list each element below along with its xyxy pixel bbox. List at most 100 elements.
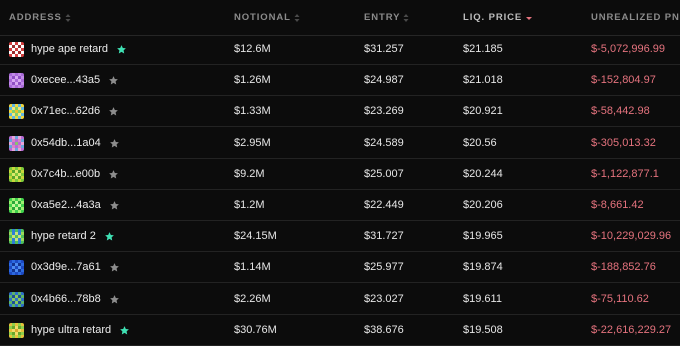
address-label[interactable]: 0x4b66...78b8 [31, 284, 101, 315]
avatar-pixel [21, 85, 24, 89]
column-label: ENTRY [364, 12, 401, 23]
avatar-pixel [21, 116, 24, 120]
avatar [9, 135, 24, 151]
notional-cell: $2.26M [234, 292, 271, 305]
liq-price-cell: $20.206 [463, 199, 503, 211]
liq-price-cell: $20.56 [463, 136, 497, 149]
table-header: ADDRESS NOTIONAL ENTRY LIQ. PRICE UNREAL… [0, 0, 680, 36]
address-label[interactable]: 0x3d9e...7a61 [31, 252, 101, 283]
star-icon[interactable] [108, 106, 119, 117]
notional-cell: $1.33M [234, 105, 271, 118]
unrealized-pnl-cell: $-305,013.32 [591, 136, 656, 149]
avatar [9, 198, 24, 213]
liq-price-cell: $21.185 [463, 43, 503, 55]
address-cell[interactable]: 0x54db...1a04 [9, 128, 120, 159]
star-icon[interactable] [108, 75, 119, 86]
star-icon[interactable] [109, 138, 120, 149]
unrealized-pnl-cell: $-5,072,996.99 [591, 43, 666, 55]
table-row[interactable]: 0x54db...1a04 $2.95M $24.589 $20.56 $-305,01… [0, 128, 680, 159]
star-icon[interactable] [108, 169, 119, 180]
avatar-pixel [21, 303, 24, 307]
entry-cell: $31.257 [364, 43, 404, 55]
table-row[interactable]: 0x7c4b...e00b $9.2M $25.007 $20.244 $-1,122,… [0, 159, 680, 190]
avatar [9, 73, 24, 89]
table-row[interactable]: hype ape retard $12.6M $31.257 $21.185 $-5,0… [0, 34, 680, 65]
address-label[interactable]: hype ape retard [31, 34, 108, 65]
table-row[interactable]: 0xecee...43a5 $1.26M $24.987 $21.018 $-152,8… [0, 65, 680, 97]
column-header-unrealized-pnl[interactable]: UNREALIZED PNL [591, 12, 680, 23]
address-label[interactable]: 0xecee...43a5 [31, 65, 100, 96]
star-icon[interactable] [104, 231, 115, 242]
liq-price-cell: $20.244 [463, 167, 503, 180]
entry-cell: $25.007 [364, 167, 404, 180]
table-row[interactable]: hype retard 2 $24.15M $31.727 $19.965 $-10,2… [0, 221, 680, 253]
avatar-pixel [21, 272, 24, 276]
address-cell[interactable]: 0x3d9e...7a61 [9, 252, 120, 283]
avatar-pixel [21, 147, 24, 151]
unrealized-pnl-cell: $-8,661.42 [591, 199, 644, 211]
star-icon[interactable] [119, 325, 130, 336]
avatar-pixel [21, 54, 24, 57]
address-label[interactable]: 0x71ec...62d6 [31, 96, 100, 127]
entry-cell: $24.589 [364, 136, 404, 149]
unrealized-pnl-cell: $-10,229,029.96 [591, 230, 672, 243]
avatar [9, 291, 24, 307]
avatar-pixel [21, 334, 24, 338]
liq-price-cell: $19.611 [463, 292, 502, 305]
unrealized-pnl-cell: $-152,804.97 [591, 74, 656, 87]
column-label: LIQ. PRICE [463, 12, 523, 23]
address-cell[interactable]: 0x71ec...62d6 [9, 96, 119, 127]
liq-price-cell: $19.874 [463, 261, 503, 274]
address-label[interactable]: 0x54db...1a04 [31, 128, 101, 159]
unrealized-pnl-cell: $-188,852.76 [591, 261, 656, 274]
address-cell[interactable]: hype retard 2 [9, 221, 115, 252]
column-label: UNREALIZED PNL [591, 12, 680, 23]
star-icon[interactable] [116, 44, 127, 55]
address-cell[interactable]: 0xecee...43a5 [9, 65, 119, 96]
avatar [9, 229, 24, 245]
table-row[interactable]: 0x71ec...62d6 $1.33M $23.269 $20.921 $-58,44… [0, 96, 680, 128]
notional-cell: $1.14M [234, 261, 271, 274]
address-cell[interactable]: 0x7c4b...e00b [9, 159, 119, 190]
table-row[interactable]: 0x4b66...78b8 $2.26M $23.027 $19.611 $-75,11… [0, 284, 680, 315]
avatar [9, 260, 24, 276]
entry-cell: $22.449 [364, 199, 404, 211]
unrealized-pnl-cell: $-22,616,229.27 [591, 323, 672, 336]
avatar [9, 104, 24, 120]
unrealized-pnl-cell: $-75,110.62 [591, 292, 649, 305]
sort-desc-icon [525, 13, 533, 23]
avatar-pixel [21, 241, 24, 245]
table-row[interactable]: hype ultra retard $30.76M $38.676 $19.508 $-… [0, 315, 680, 346]
notional-cell: $1.26M [234, 74, 271, 87]
avatar [9, 42, 24, 57]
entry-cell: $25.977 [364, 261, 404, 274]
notional-cell: $30.76M [234, 323, 277, 336]
address-cell[interactable]: hype ape retard [9, 34, 127, 65]
address-label[interactable]: 0x7c4b...e00b [31, 159, 100, 190]
sort-icon [294, 13, 300, 23]
notional-cell: $12.6M [234, 43, 271, 55]
star-icon[interactable] [109, 294, 120, 305]
table-row[interactable]: 0xa5e2...4a3a $1.2M $22.449 $20.206 $-8,661.… [0, 190, 680, 221]
column-label: ADDRESS [9, 12, 62, 23]
address-cell[interactable]: 0xa5e2...4a3a [9, 190, 120, 221]
star-icon[interactable] [109, 200, 120, 211]
unrealized-pnl-cell: $-58,442.98 [591, 105, 650, 118]
table-row[interactable]: 0x3d9e...7a61 $1.14M $25.977 $19.874 $-188,8… [0, 252, 680, 284]
address-label[interactable]: hype retard 2 [31, 221, 96, 252]
column-header-entry[interactable]: ENTRY [364, 12, 409, 23]
address-label[interactable]: 0xa5e2...4a3a [31, 190, 101, 221]
entry-cell: $24.987 [364, 74, 404, 87]
address-cell[interactable]: 0x4b66...78b8 [9, 284, 120, 315]
address-label[interactable]: hype ultra retard [31, 315, 111, 346]
entry-cell: $38.676 [364, 323, 404, 336]
address-cell[interactable]: hype ultra retard [9, 315, 130, 346]
liq-price-cell: $20.921 [463, 105, 503, 118]
column-header-liq-price[interactable]: LIQ. PRICE [463, 12, 533, 23]
avatar [9, 322, 24, 338]
column-header-address[interactable]: ADDRESS [9, 12, 71, 23]
star-icon[interactable] [109, 262, 120, 273]
column-header-notional[interactable]: NOTIONAL [234, 12, 300, 23]
positions-table: ADDRESS NOTIONAL ENTRY LIQ. PRICE UNREAL… [0, 0, 680, 346]
column-label: NOTIONAL [234, 12, 291, 23]
